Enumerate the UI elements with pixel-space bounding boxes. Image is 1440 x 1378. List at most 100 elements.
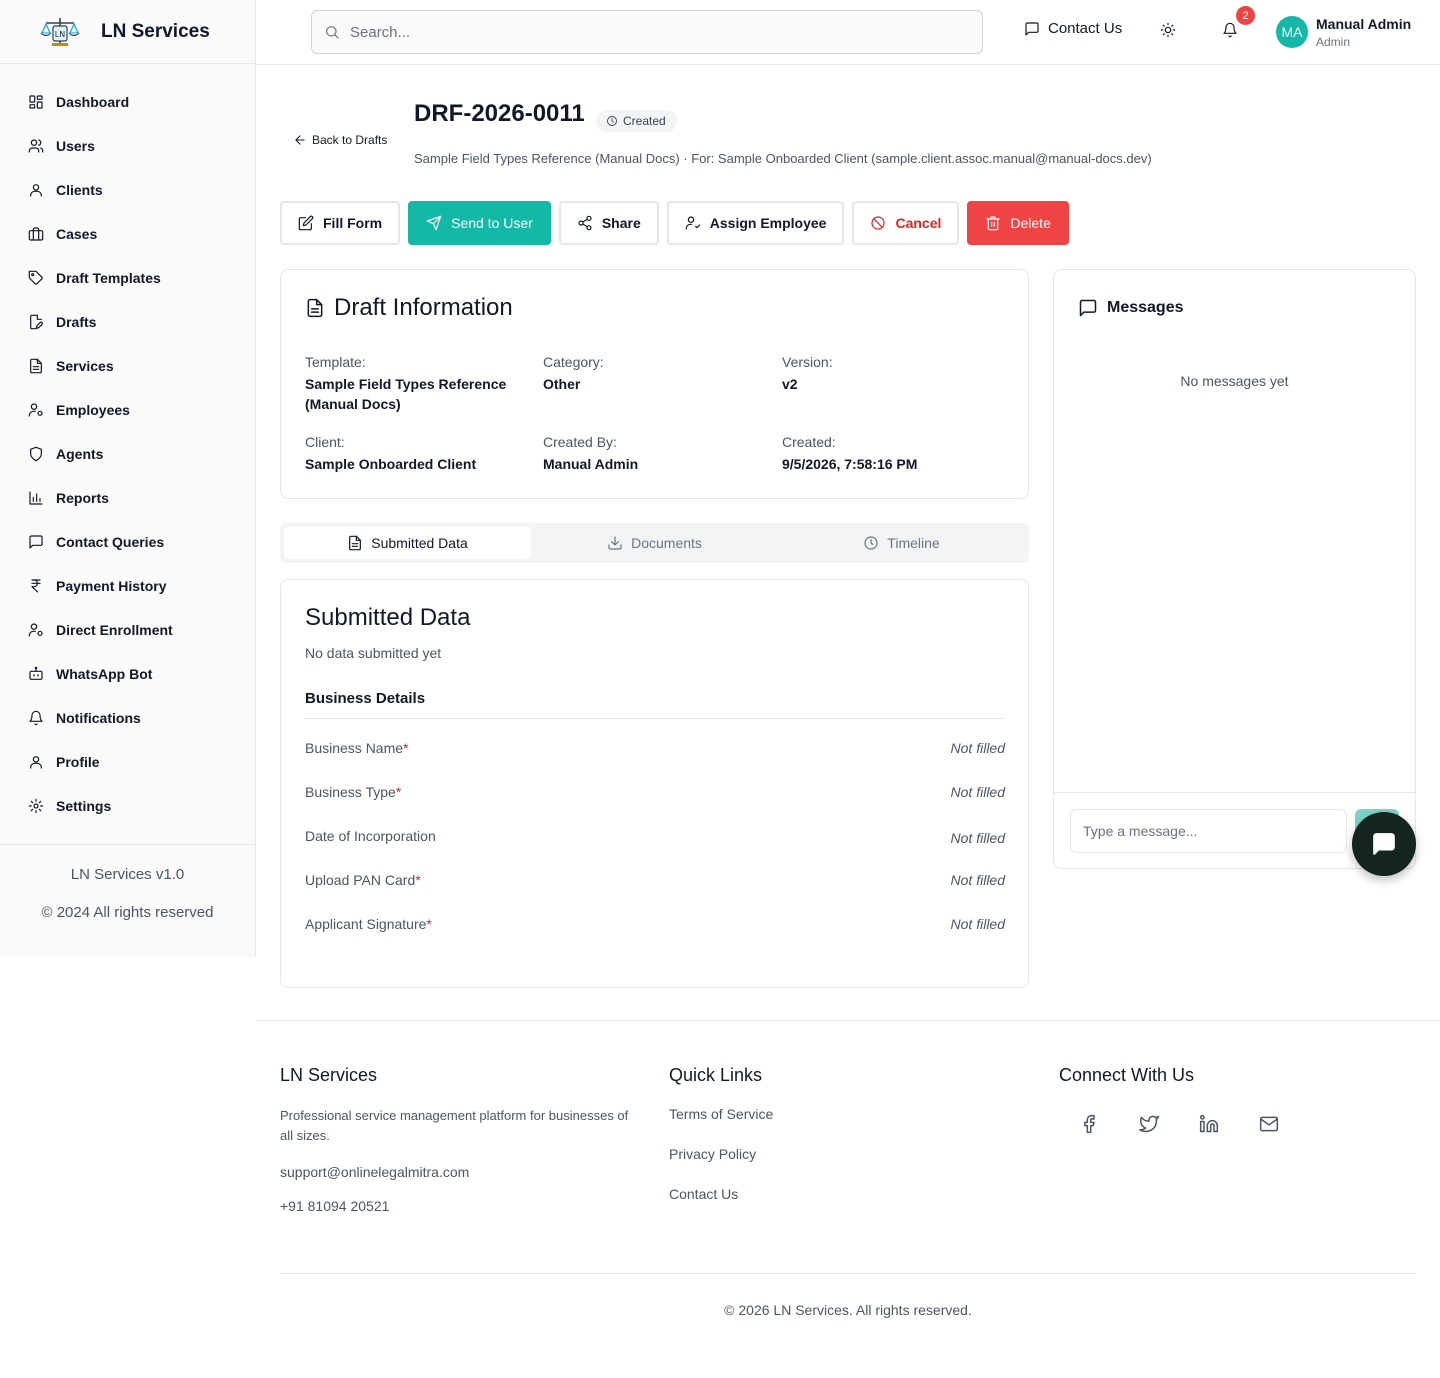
sidebar-nav: Dashboard Users Clients Cases Draft Temp… — [0, 64, 255, 828]
cancel-button[interactable]: Cancel — [852, 201, 960, 245]
send-to-user-label: Send to User — [451, 215, 533, 231]
form-field-row: Business Type* Not filled — [305, 784, 1005, 800]
form-field-value: Not filled — [950, 872, 1005, 888]
sidebar-item-label: Settings — [56, 798, 112, 814]
field-created: Created: 9/5/2026, 7:58:16 PM — [782, 434, 1002, 474]
clock-icon — [864, 536, 878, 550]
sidebar-item-contact-queries[interactable]: Contact Queries — [0, 520, 255, 564]
draft-information-card: Draft Information Template: Sample Field… — [280, 269, 1029, 499]
chat-icon — [1373, 833, 1395, 855]
bell-icon[interactable] — [1222, 22, 1238, 38]
sidebar-item-settings[interactable]: Settings — [0, 784, 255, 828]
share-button[interactable]: Share — [558, 201, 659, 245]
facebook-link[interactable] — [1059, 1114, 1119, 1134]
user-cog-icon — [28, 403, 43, 417]
terms-of-service-link[interactable]: Terms of Service — [669, 1106, 773, 1122]
send-to-user-button[interactable]: Send to User — [408, 201, 551, 245]
chat-bubble-button[interactable] — [1352, 812, 1416, 876]
field-label: Created: — [782, 434, 836, 450]
sidebar-item-label: Direct Enrollment — [56, 622, 173, 638]
contact-us-button[interactable]: Contact Us — [1024, 20, 1122, 37]
tab-documents[interactable]: Documents — [531, 527, 778, 559]
user-role: Admin — [1316, 35, 1351, 49]
delete-button[interactable]: Delete — [967, 201, 1069, 245]
field-value: Other — [543, 376, 581, 392]
footer-email[interactable]: support@onlinelegalmitra.com — [280, 1164, 640, 1180]
search-input[interactable] — [350, 23, 950, 41]
tab-label: Submitted Data — [371, 535, 468, 551]
sidebar-item-label: Employees — [56, 402, 130, 418]
submitted-data-card: Submitted Data No data submitted yet Bus… — [280, 579, 1029, 988]
page-footer: LN Services Professional service managem… — [256, 1020, 1440, 1378]
sidebar-item-draft-templates[interactable]: Draft Templates — [0, 256, 255, 300]
app-version: LN Services v1.0 — [70, 866, 185, 883]
sidebar-item-users[interactable]: Users — [0, 124, 255, 168]
linkedin-link[interactable] — [1179, 1114, 1239, 1134]
brand[interactable]: LN LN Services — [0, 0, 255, 64]
sidebar-item-label: Payment History — [56, 578, 167, 594]
facebook-icon — [1084, 1114, 1095, 1134]
field-label: Category: — [543, 354, 604, 370]
sidebar-item-direct-enrollment[interactable]: Direct Enrollment — [0, 608, 255, 652]
status-label: Created — [623, 114, 666, 128]
fill-form-button[interactable]: Fill Form — [280, 201, 401, 245]
clock-icon — [607, 116, 617, 126]
sidebar-item-cases[interactable]: Cases — [0, 212, 255, 256]
field-label: Client: — [305, 434, 345, 450]
form-field-label: Date of Incorporation — [305, 828, 436, 844]
sidebar-item-notifications[interactable]: Notifications — [0, 696, 255, 740]
sidebar-item-reports[interactable]: Reports — [0, 476, 255, 520]
sidebar-item-clients[interactable]: Clients — [0, 168, 255, 212]
search-box[interactable] — [311, 10, 983, 54]
privacy-policy-link[interactable]: Privacy Policy — [669, 1146, 773, 1162]
delete-label: Delete — [1010, 215, 1051, 231]
twitter-link[interactable] — [1119, 1114, 1179, 1134]
sidebar-item-label: Contact Queries — [56, 534, 165, 550]
assign-employee-button[interactable]: Assign Employee — [666, 201, 845, 245]
sidebar-item-label: Cases — [56, 226, 98, 242]
fill-form-label: Fill Form — [323, 215, 383, 231]
footer-phone[interactable]: +91 81094 20521 — [280, 1198, 640, 1214]
avatar[interactable]: MA — [1276, 16, 1308, 48]
assign-employee-label: Assign Employee — [709, 215, 827, 231]
draft-information-heading: Draft Information — [305, 294, 513, 322]
footer-quick-links-column: Quick Links Terms of Service Privacy Pol… — [669, 1065, 773, 1226]
sidebar-item-drafts[interactable]: Drafts — [0, 300, 255, 344]
footer-contact-us-link[interactable]: Contact Us — [669, 1186, 773, 1202]
sidebar-item-agents[interactable]: Agents — [0, 432, 255, 476]
required-marker: * — [395, 784, 402, 800]
cancel-label: Cancel — [895, 215, 942, 231]
back-link-label: Back to Drafts — [312, 133, 388, 147]
message-square-icon — [29, 535, 43, 549]
field-name: Business Type — [305, 784, 396, 800]
sidebar-item-label: Dashboard — [56, 94, 130, 110]
sidebar-item-profile[interactable]: Profile — [0, 740, 255, 784]
back-to-drafts-link[interactable]: Back to Drafts — [293, 133, 387, 147]
grid-icon — [29, 95, 43, 109]
sidebar-item-payment-history[interactable]: Payment History — [0, 564, 255, 608]
sidebar-item-dashboard[interactable]: Dashboard — [0, 80, 255, 124]
footer-brand-column: LN Services Professional service managem… — [280, 1065, 640, 1214]
sidebar-item-whatsapp-bot[interactable]: WhatsApp Bot — [0, 652, 255, 696]
email-link[interactable] — [1239, 1114, 1299, 1134]
connect-title: Connect With Us — [1059, 1065, 1195, 1085]
form-field-value: Not filled — [950, 784, 1005, 800]
tab-timeline[interactable]: Timeline — [778, 527, 1025, 559]
required-marker: * — [426, 916, 432, 932]
file-text-icon — [349, 535, 362, 551]
form-field-value: Not filled — [950, 830, 1005, 846]
shield-icon — [30, 446, 42, 462]
field-client: Client: Sample Onboarded Client — [305, 434, 525, 474]
message-square-icon — [1079, 299, 1097, 317]
file-edit-icon — [30, 314, 43, 330]
tab-submitted-data[interactable]: Submitted Data — [284, 527, 531, 559]
bell-icon — [29, 710, 43, 726]
sidebar-item-services[interactable]: Services — [0, 344, 255, 388]
sidebar-item-employees[interactable]: Employees — [0, 388, 255, 432]
sun-icon[interactable] — [1160, 22, 1176, 38]
required-marker: * — [415, 872, 421, 888]
search-icon — [326, 26, 339, 39]
message-input[interactable] — [1070, 809, 1347, 853]
messages-panel: Messages No messages yet — [1053, 269, 1416, 869]
svg-text:LN: LN — [55, 30, 65, 39]
